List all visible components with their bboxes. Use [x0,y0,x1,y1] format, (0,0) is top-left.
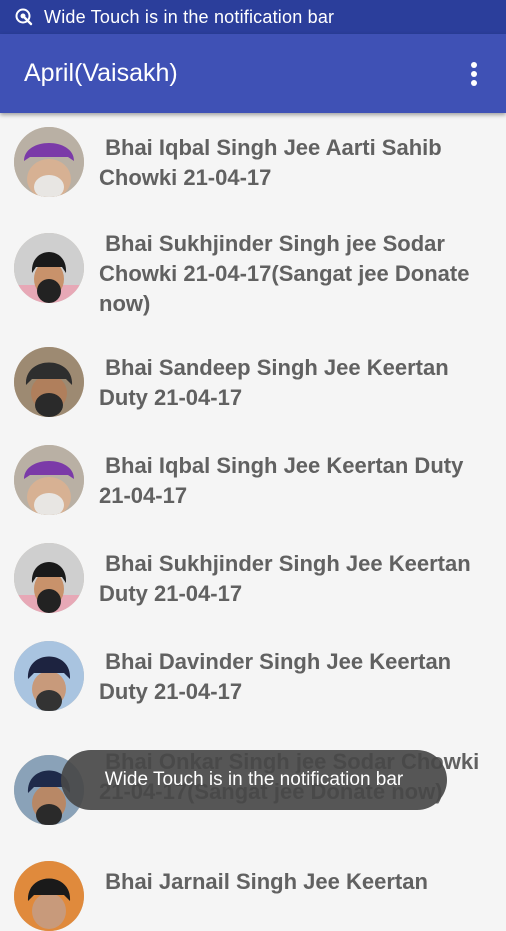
list-item-title: Bhai Iqbal Singh Jee Aarti Sahib Chowki … [99,135,448,190]
toast-text: Wide Touch is in the notification bar [104,769,404,790]
avatar [14,127,84,197]
status-bar: Wide Touch is in the notification bar [0,0,506,34]
list-item-title: Bhai Sukhjinder Singh Jee Keertan Duty 2… [99,551,477,606]
overflow-menu-button[interactable] [454,50,494,98]
list-item-title: Bhai Sandeep Singh Jee Keertan Duty 21-0… [99,355,455,410]
more-vert-icon [471,61,477,86]
page-title: April(Vaisakh) [24,59,178,87]
status-text: Wide Touch is in the notification bar [44,6,335,27]
avatar [14,861,84,931]
touch-icon [15,8,33,26]
list-item[interactable]: Bhai Jarnail Singh Jee Keertan [0,861,506,931]
list-item-title: Bhai Davinder Singh Jee Keertan Duty 21-… [99,649,458,704]
list-item-title: Bhai Sukhjinder Singh jee Sodar Chowki 2… [99,231,476,316]
avatar [14,347,84,417]
app-bar: April(Vaisakh) [0,34,506,113]
list-item[interactable]: Bhai Davinder Singh Jee Keertan Duty 21-… [0,627,506,751]
list-item[interactable]: Bhai Sukhjinder Singh Jee Keertan Duty 2… [0,529,506,627]
list-item-title: Bhai Iqbal Singh Jee Keertan Duty 21-04-… [99,453,470,508]
avatar [14,445,84,515]
avatar [14,543,84,613]
list-item[interactable]: Bhai Sandeep Singh Jee Keertan Duty 21-0… [0,333,506,431]
list-item[interactable]: Bhai Iqbal Singh Jee Aarti Sahib Chowki … [0,113,506,209]
avatar [14,641,84,711]
list-item[interactable]: Bhai Sukhjinder Singh jee Sodar Chowki 2… [0,209,506,333]
list-item[interactable]: Bhai Iqbal Singh Jee Keertan Duty 21-04-… [0,431,506,529]
list-item-title: Bhai Jarnail Singh Jee Keertan [99,869,428,894]
avatar [14,233,84,303]
toast-message: Wide Touch is in the notification bar [61,750,447,810]
